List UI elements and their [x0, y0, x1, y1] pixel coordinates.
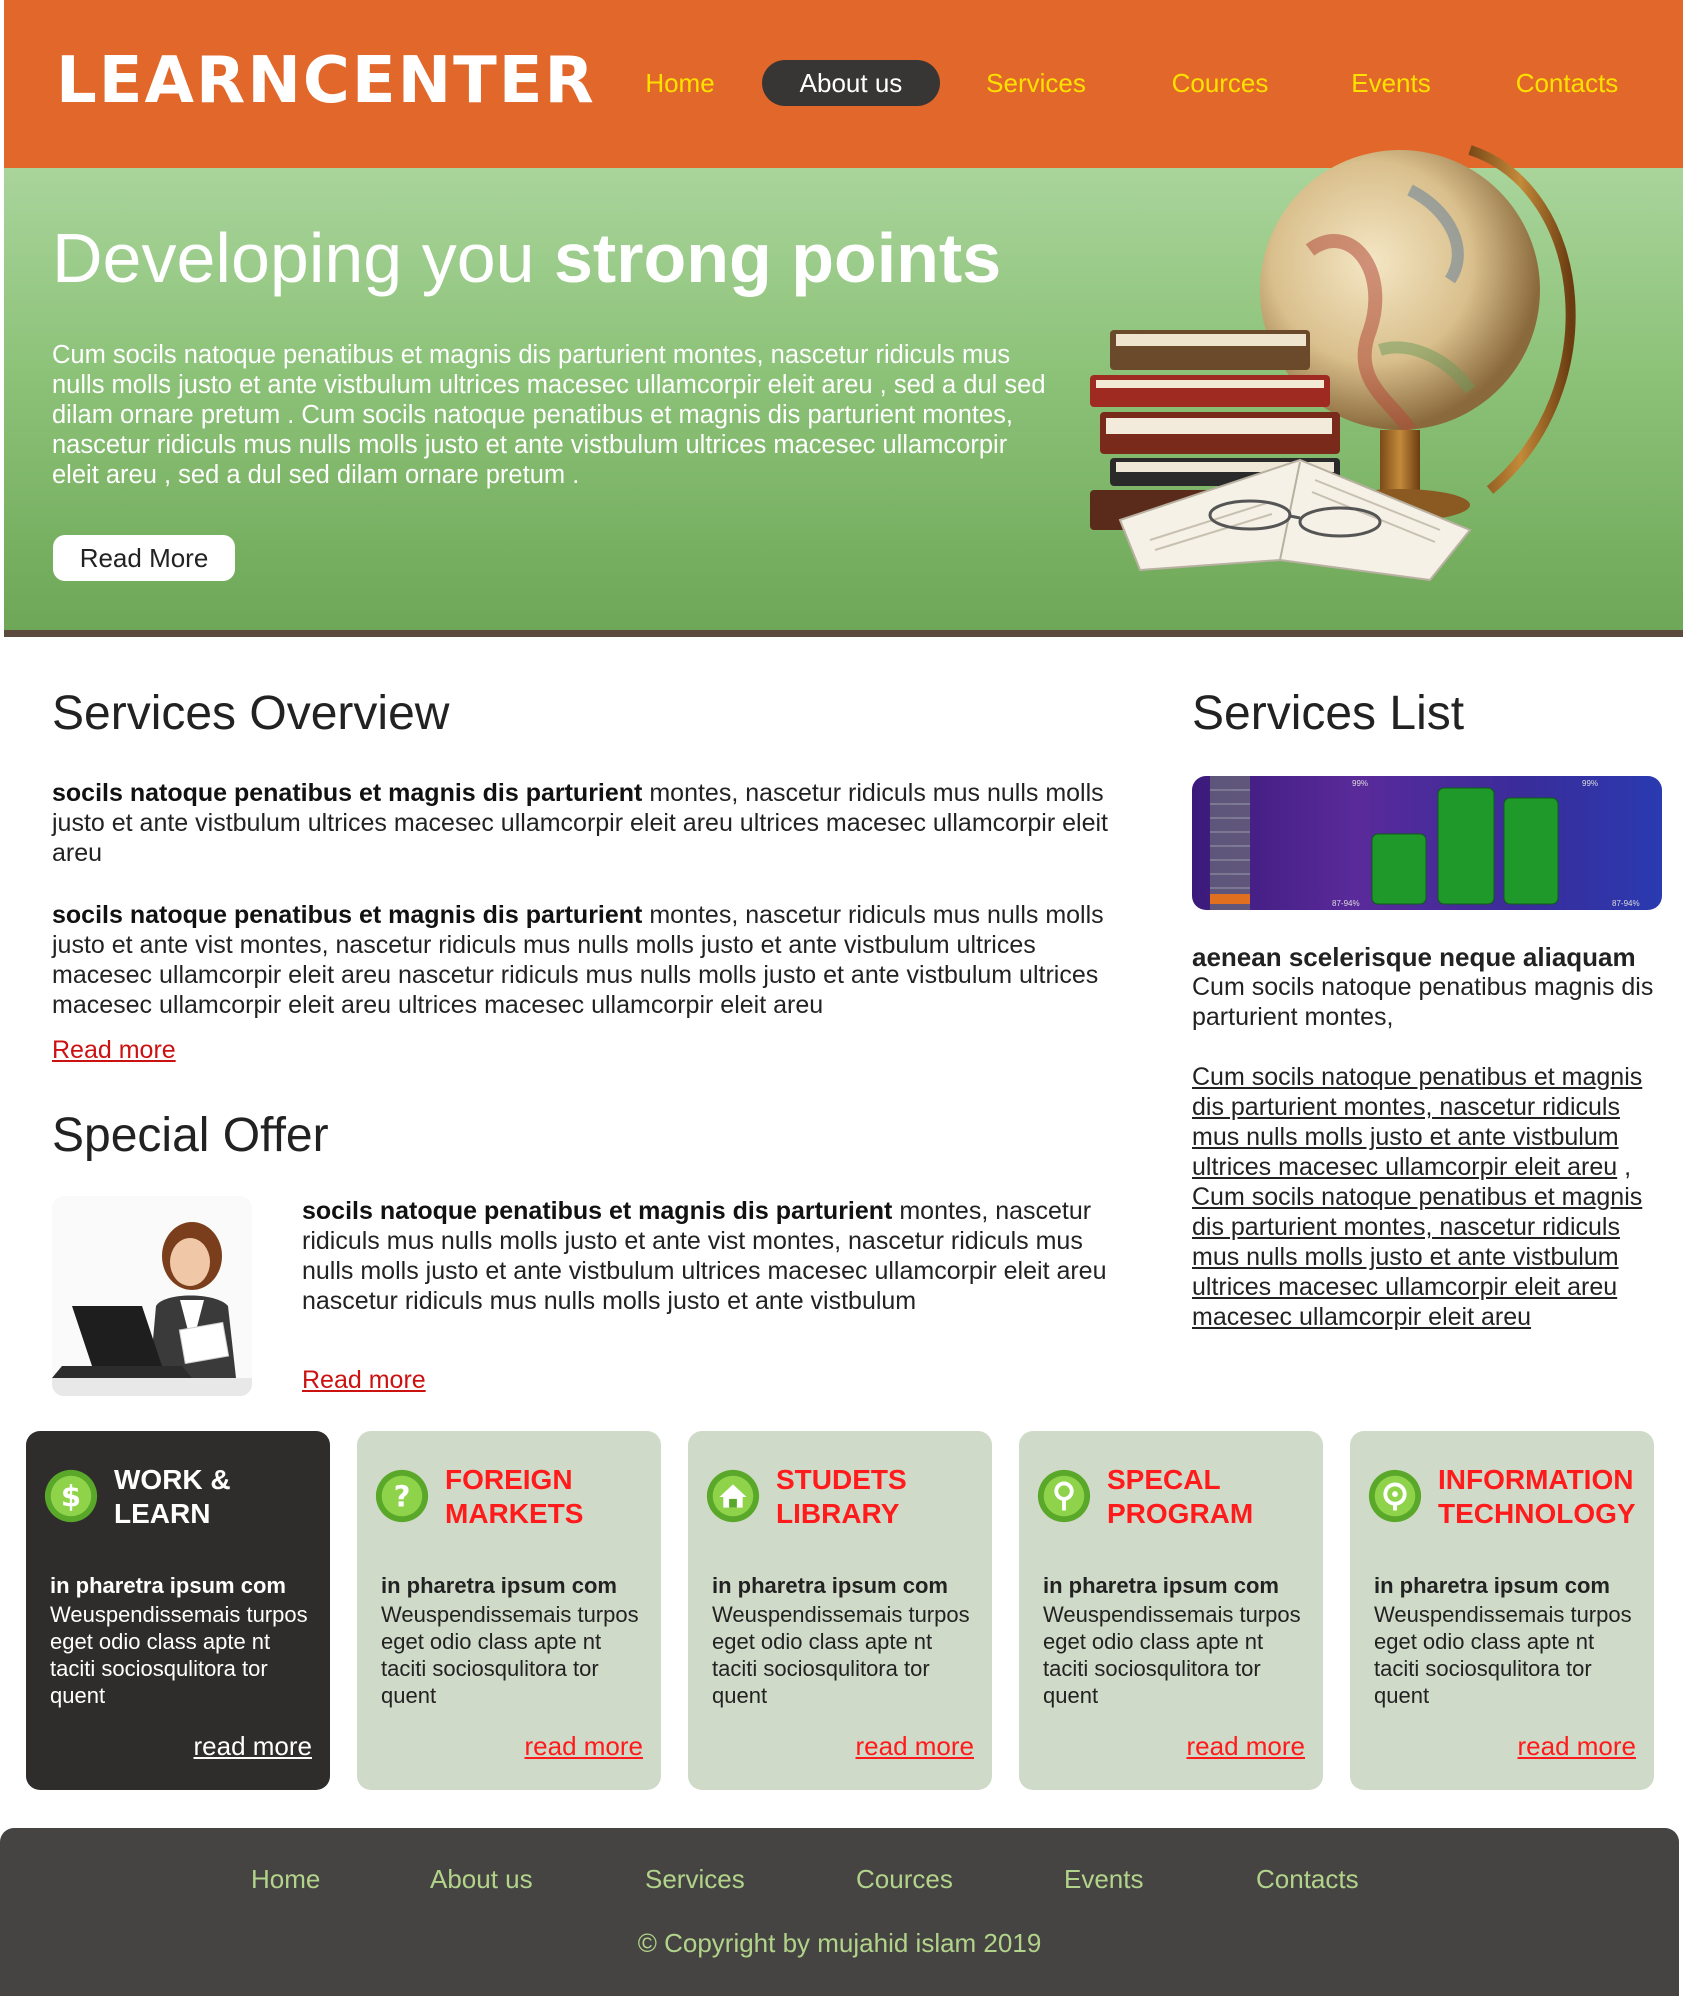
- box-subtitle: in pharetra ipsum com: [1043, 1573, 1279, 1598]
- svg-text:?: ?: [394, 1480, 411, 1514]
- box-title-line-1: SPECAL: [1107, 1464, 1221, 1495]
- services-list-link-1[interactable]: Cum socils natoque penatibus et magnis d…: [1192, 1063, 1642, 1181]
- services-list-link-1-suffix: ,: [1617, 1153, 1632, 1181]
- books-globe-illustration: [1090, 145, 1576, 582]
- special-offer-title: Special Offer: [52, 1109, 329, 1162]
- thumb-label-4: 87-94%: [1612, 899, 1640, 908]
- businesswoman-image: [52, 1196, 252, 1396]
- dollar-icon: $: [44, 1469, 98, 1523]
- site-logo[interactable]: LEARNCENTER: [56, 44, 596, 118]
- services-overview-title: Services Overview: [52, 687, 450, 740]
- box-title: STUDETS LIBRARY: [776, 1463, 907, 1531]
- services-list-text: Cum socils natoque penatibus magnis dis …: [1192, 973, 1654, 1031]
- nav-services[interactable]: Services: [975, 60, 1097, 106]
- box-title-line-2: MARKETS: [445, 1498, 584, 1529]
- box-title-line-1: INFORMATION: [1438, 1464, 1634, 1495]
- thumbnail-graphic: 99% 99% 87-94% 87-94%: [1210, 776, 1640, 910]
- overview-paragraph-2: socils natoque penatibus et magnis dis p…: [52, 900, 1122, 1020]
- feature-box-foreign-markets: ? FOREIGN MARKETS in pharetra ipsum com W…: [357, 1431, 661, 1790]
- box-title: INFORMATION TECHNOLOGY: [1438, 1463, 1636, 1531]
- box-read-more-link[interactable]: read more: [194, 1731, 313, 1762]
- box-subtitle: in pharetra ipsum com: [1374, 1573, 1610, 1598]
- box-title-line-2: TECHNOLOGY: [1438, 1498, 1636, 1529]
- services-list-heading: aenean scelerisque neque aliaquam: [1192, 942, 1636, 972]
- nav-cources[interactable]: Cources: [1158, 60, 1282, 106]
- offer-paragraph: socils natoque penatibus et magnis dis p…: [302, 1196, 1122, 1316]
- nav-home[interactable]: Home: [630, 60, 730, 106]
- overview-paragraph-1: socils natoque penatibus et magnis dis p…: [52, 778, 1122, 868]
- feature-box-work-learn: $ WORK & LEARN in pharetra ipsum com Weus…: [26, 1431, 330, 1790]
- box-read-more-link[interactable]: read more: [1187, 1731, 1306, 1762]
- thumb-label-2: 99%: [1582, 779, 1598, 788]
- box-title: WORK & LEARN: [114, 1463, 231, 1531]
- hero-title-normal: Developing you: [52, 219, 554, 297]
- hero-title-bold: strong points: [554, 219, 1002, 297]
- footer-nav-events[interactable]: Events: [1064, 1864, 1144, 1895]
- box-title-line-2: PROGRAM: [1107, 1498, 1254, 1529]
- footer-nav-home[interactable]: Home: [251, 1864, 320, 1895]
- footer-nav-contacts[interactable]: Contacts: [1256, 1864, 1359, 1895]
- home-icon: [706, 1469, 760, 1523]
- hero-divider: [4, 630, 1683, 637]
- nav-events[interactable]: Events: [1340, 60, 1442, 106]
- box-title-line-1: STUDETS: [776, 1464, 907, 1495]
- target-icon: [1368, 1469, 1422, 1523]
- feature-box-students-library: STUDETS LIBRARY in pharetra ipsum com Weu…: [688, 1431, 992, 1790]
- nav-about-us[interactable]: About us: [762, 60, 940, 106]
- box-title-line-1: FOREIGN: [445, 1464, 573, 1495]
- footer-nav-services[interactable]: Services: [645, 1864, 745, 1895]
- hero-text: Cum socils natoque penatibus et magnis d…: [52, 341, 1046, 489]
- footer-nav-cources[interactable]: Cources: [856, 1864, 953, 1895]
- thumb-label-1: 99%: [1352, 779, 1368, 788]
- box-text: Weuspendissemais turpos eget odio class …: [50, 1602, 308, 1708]
- box-text: Weuspendissemais turpos eget odio class …: [712, 1602, 970, 1708]
- overview-p2-bold: socils natoque penatibus et magnis dis p…: [52, 901, 643, 929]
- overview-read-more-link[interactable]: Read more: [52, 1036, 176, 1065]
- box-text: Weuspendissemais turpos eget odio class …: [381, 1602, 639, 1708]
- box-subtitle: in pharetra ipsum com: [712, 1573, 948, 1598]
- hero-title: Developing you strong points: [52, 218, 1001, 298]
- svg-text:$: $: [61, 1480, 81, 1514]
- thumb-label-3: 87-94%: [1332, 899, 1360, 908]
- services-thumbnail: 99% 99% 87-94% 87-94%: [1192, 776, 1662, 910]
- copyright-text: © Copyright by mujahid islam 2019: [637, 1928, 1042, 1958]
- question-icon: ?: [375, 1469, 429, 1523]
- box-text: Weuspendissemais turpos eget odio class …: [1043, 1602, 1301, 1708]
- box-title-line-2: LEARN: [114, 1498, 211, 1529]
- offer-read-more-link[interactable]: Read more: [302, 1366, 426, 1395]
- box-subtitle: in pharetra ipsum com: [381, 1573, 617, 1598]
- services-list-links: Cum socils natoque penatibus et magnis d…: [1192, 1062, 1662, 1332]
- box-read-more-link[interactable]: read more: [525, 1731, 644, 1762]
- box-title: FOREIGN MARKETS: [445, 1463, 583, 1531]
- offer-photo: [52, 1196, 252, 1396]
- box-text: Weuspendissemais turpos eget odio class …: [1374, 1602, 1632, 1708]
- box-title-line-1: WORK &: [114, 1464, 231, 1495]
- box-subtitle: in pharetra ipsum com: [50, 1573, 286, 1598]
- services-list-title: Services List: [1192, 687, 1465, 740]
- offer-p-bold: socils natoque penatibus et magnis dis p…: [302, 1197, 893, 1225]
- pin-icon: [1037, 1469, 1091, 1523]
- box-read-more-link[interactable]: read more: [1518, 1731, 1637, 1762]
- box-title-line-2: LIBRARY: [776, 1498, 900, 1529]
- box-read-more-link[interactable]: read more: [856, 1731, 975, 1762]
- read-more-button[interactable]: Read More: [53, 535, 235, 581]
- feature-box-special-program: SPECAL PROGRAM in pharetra ipsum com Weus…: [1019, 1431, 1323, 1790]
- box-title: SPECAL PROGRAM: [1107, 1463, 1253, 1531]
- services-list-link-2[interactable]: Cum socils natoque penatibus et magnis d…: [1192, 1183, 1642, 1331]
- site-footer: Home About us Services Cources Events Co…: [0, 1828, 1679, 1996]
- footer-nav-about-us[interactable]: About us: [430, 1864, 533, 1895]
- overview-p1-bold: socils natoque penatibus et magnis dis p…: [52, 779, 643, 807]
- nav-contacts[interactable]: Contacts: [1503, 60, 1631, 106]
- feature-box-information-technology: INFORMATION TECHNOLOGY in pharetra ipsum …: [1350, 1431, 1654, 1790]
